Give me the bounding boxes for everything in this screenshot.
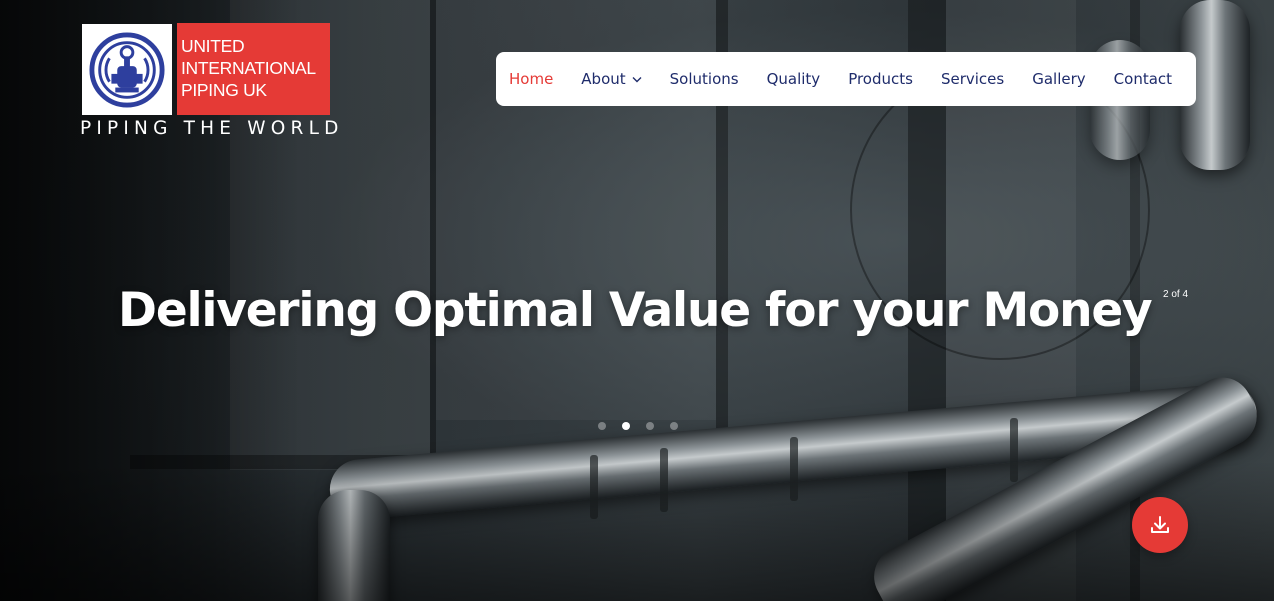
nav-item-about[interactable]: About xyxy=(581,70,642,88)
nav-item-label: Gallery xyxy=(1032,70,1086,88)
nav-item-products[interactable]: Products xyxy=(848,70,913,88)
download-icon xyxy=(1151,516,1169,533)
nav-item-label: Solutions xyxy=(669,70,739,88)
logo-name-line-1: UNITED xyxy=(181,36,245,56)
slider-pagination xyxy=(598,422,694,430)
nav-item-quality[interactable]: Quality xyxy=(767,70,821,88)
slider-dot-1[interactable] xyxy=(598,422,606,430)
nav-item-home[interactable]: Home xyxy=(509,70,553,88)
valve-emblem-icon xyxy=(82,24,172,115)
logo-tagline: PIPING THE WORLD xyxy=(80,118,344,139)
nav-item-label: Services xyxy=(940,70,1005,88)
nav-item-label: Products xyxy=(848,70,913,88)
company-logo[interactable]: UNITED INTERNATIONAL PIPING UK PIPING TH… xyxy=(80,22,344,139)
slider-dot-4[interactable] xyxy=(670,422,678,430)
nav-item-label: Home xyxy=(509,70,554,88)
logo-name-box: UNITED INTERNATIONAL PIPING UK xyxy=(177,23,330,115)
nav-item-solutions[interactable]: Solutions xyxy=(670,70,739,88)
nav-item-label: Quality xyxy=(766,70,821,88)
nav-item-label: About xyxy=(581,70,626,88)
slider-dot-2[interactable] xyxy=(622,422,630,430)
hero-headline: Delivering Optimal Value for your Money xyxy=(118,283,1153,338)
nav-item-label: Contact xyxy=(1113,70,1173,88)
logo-name-line-3: PIPING UK xyxy=(181,80,267,100)
download-button[interactable] xyxy=(1132,497,1188,553)
chevron-down-icon xyxy=(632,75,642,86)
nav-item-contact[interactable]: Contact xyxy=(1114,70,1172,88)
logo-name-line-2: INTERNATIONAL xyxy=(181,58,316,78)
nav-item-gallery[interactable]: Gallery xyxy=(1032,70,1085,88)
slider-dot-3[interactable] xyxy=(646,422,654,430)
nav-item-services[interactable]: Services xyxy=(941,70,1004,88)
main-navigation: Home About Solutions Quality Products Se… xyxy=(496,52,1196,106)
slide-counter: 2 of 4 xyxy=(1163,289,1189,300)
